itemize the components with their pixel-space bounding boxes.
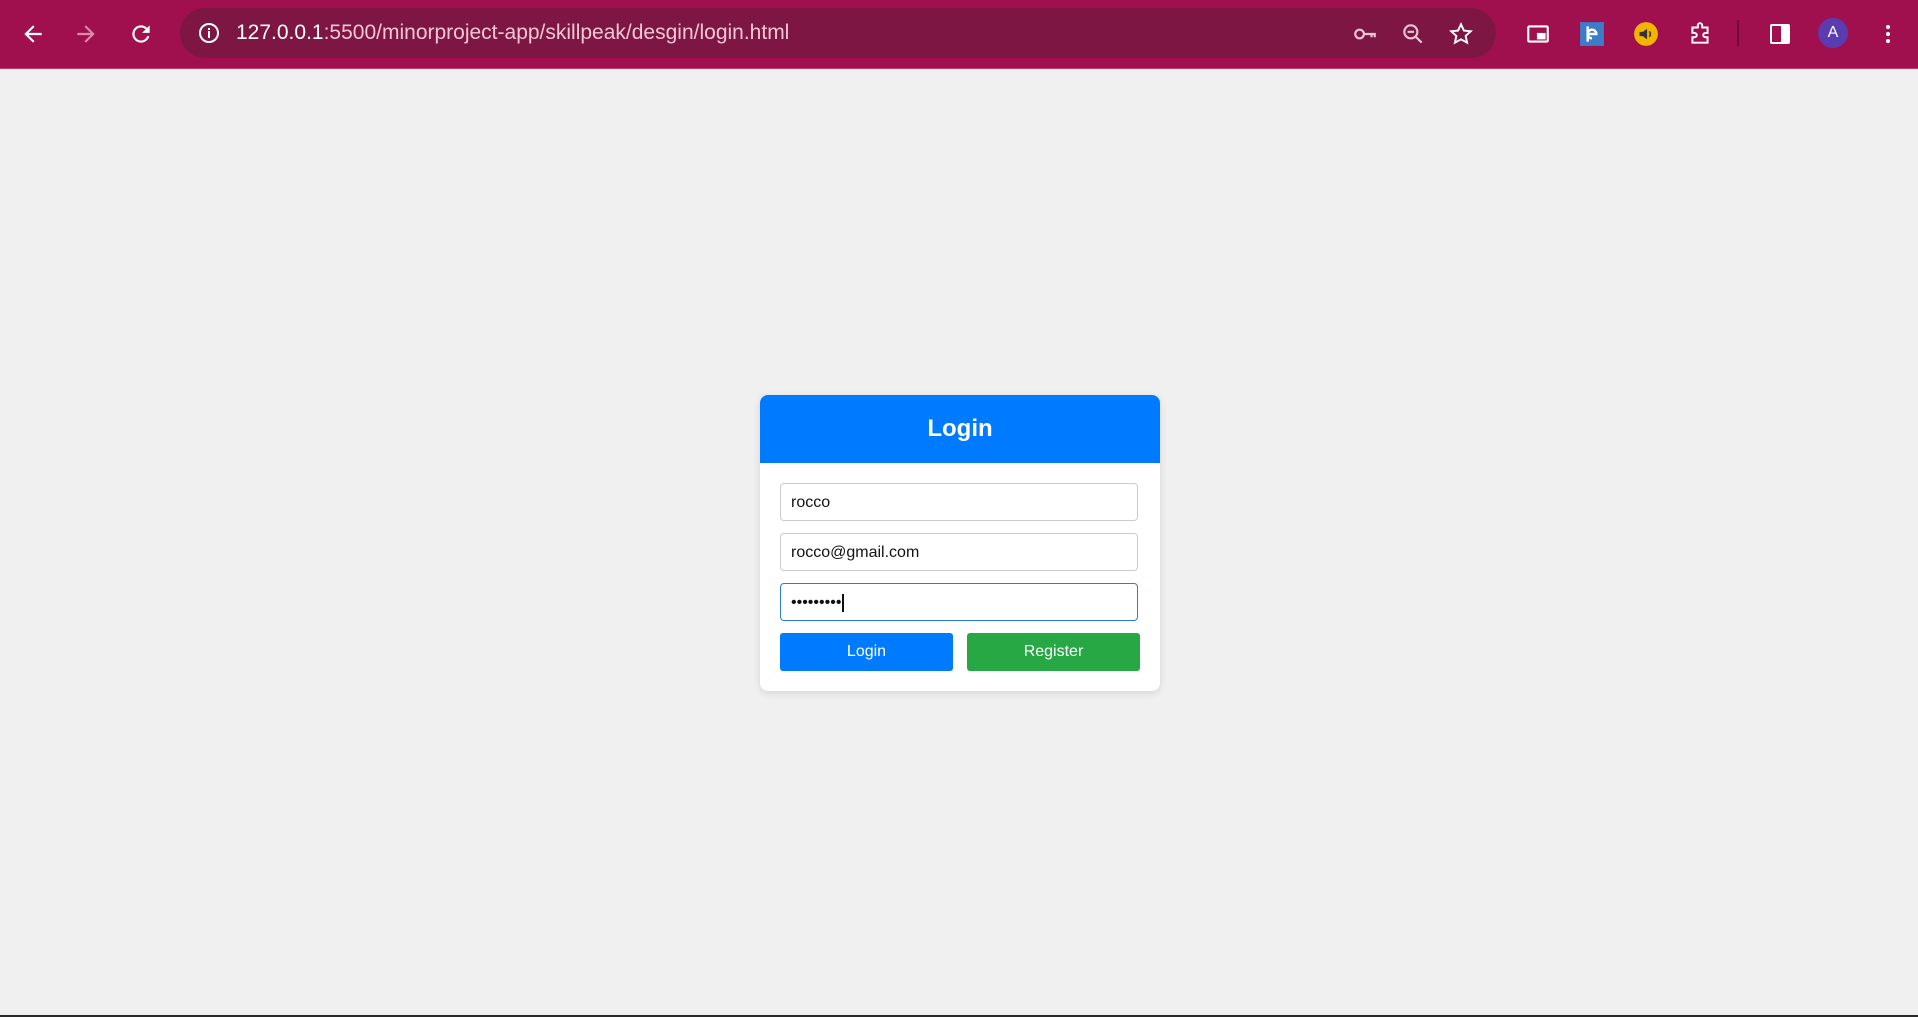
email-input[interactable]: rocco@gmail.com	[780, 533, 1138, 571]
puzzle-icon[interactable]	[1683, 17, 1717, 51]
browser-toolbar: 127.0.0.1:5500/minorproject-app/skillpea…	[0, 0, 1918, 69]
url-host: 127.0.0.1	[236, 21, 324, 44]
info-icon[interactable]	[192, 16, 226, 50]
speaker-icon[interactable]	[1629, 17, 1663, 51]
login-button[interactable]: Login	[780, 633, 953, 671]
toolbar-divider	[1737, 20, 1739, 46]
back-button[interactable]	[13, 14, 53, 54]
login-title: Login	[760, 395, 1160, 463]
address-bar[interactable]: 127.0.0.1:5500/minorproject-app/skillpea…	[180, 8, 1496, 58]
username-input[interactable]: rocco	[780, 483, 1138, 521]
forward-button[interactable]	[66, 14, 106, 54]
url-text[interactable]: 127.0.0.1:5500/minorproject-app/skillpea…	[236, 8, 789, 58]
reload-button[interactable]	[121, 14, 161, 54]
side-panel-icon[interactable]	[1763, 17, 1797, 51]
login-card: Login rocco rocco@gmail.com ••••••••• Lo…	[760, 395, 1160, 691]
register-button[interactable]: Register	[967, 633, 1140, 671]
profile-avatar[interactable]: A	[1818, 18, 1848, 48]
password-input[interactable]: •••••••••	[780, 583, 1138, 621]
arrow-left-icon	[24, 25, 42, 43]
zoom-out-icon[interactable]	[1398, 19, 1428, 49]
star-icon[interactable]	[1446, 19, 1476, 49]
kebab-menu-icon[interactable]	[1871, 17, 1905, 51]
key-icon[interactable]	[1350, 19, 1380, 49]
reload-icon	[132, 25, 150, 43]
password-mask: •••••••••	[791, 594, 842, 611]
url-path: :5500/minorproject-app/skillpeak/desgin/…	[323, 21, 790, 44]
extension-e-icon[interactable]	[1575, 17, 1609, 51]
pip-icon[interactable]	[1521, 17, 1555, 51]
text-caret	[842, 593, 844, 612]
arrow-right-icon	[77, 25, 95, 43]
